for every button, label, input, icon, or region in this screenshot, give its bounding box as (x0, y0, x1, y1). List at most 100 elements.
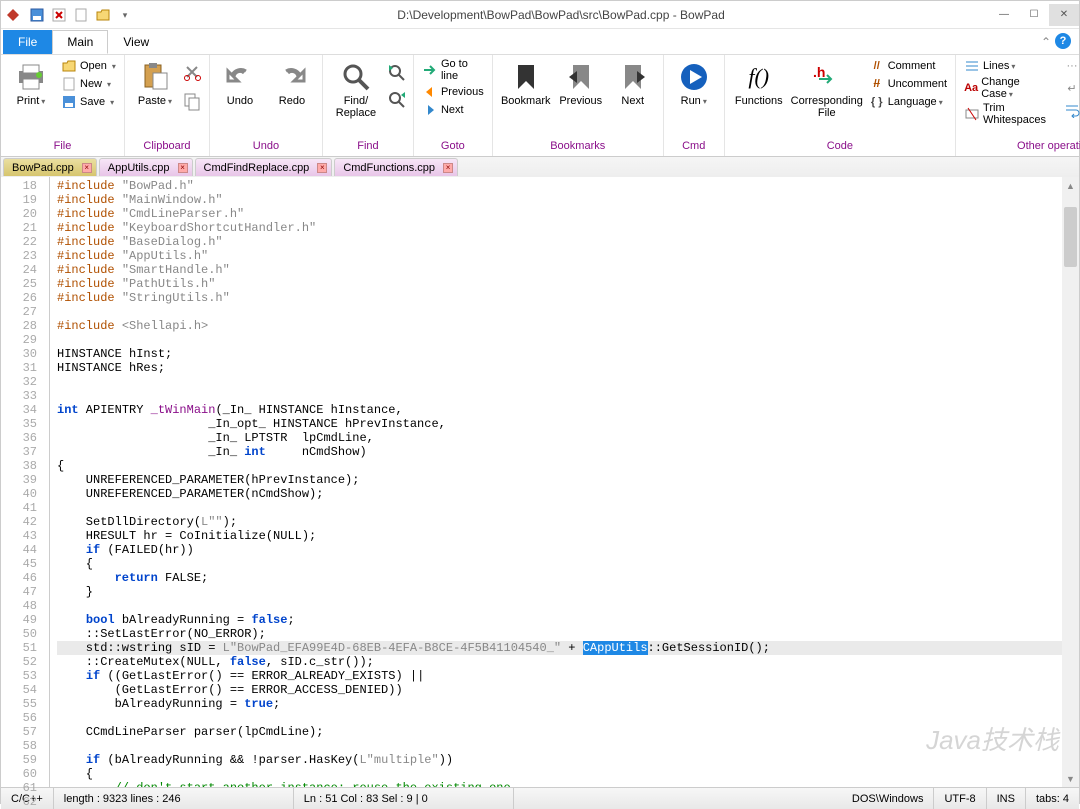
bookmark-prev-label: Previous (559, 95, 602, 107)
paste-label: Paste (138, 95, 172, 107)
whitespaces-button[interactable]: ···Whitespaces (1062, 57, 1080, 75)
qat-open-icon[interactable] (95, 7, 111, 23)
goto-prev-button[interactable]: Previous (420, 83, 486, 101)
run-label: Run (681, 95, 707, 107)
corresponding-button[interactable]: .h Corresponding File (791, 57, 863, 119)
whitespace-icon: ··· (1064, 58, 1080, 74)
tab-main[interactable]: Main (52, 30, 108, 54)
language-icon: { } (869, 94, 885, 110)
doctab-label: BowPad.cpp (12, 162, 74, 174)
undo-button[interactable]: Undo (216, 57, 264, 107)
doctab-close-icon[interactable]: × (178, 163, 188, 173)
help-button[interactable]: ? (1055, 33, 1071, 49)
group-undo-label: Undo (216, 140, 316, 154)
maximize-button[interactable]: ☐ (1019, 4, 1049, 26)
group-cmd-label: Cmd (670, 140, 718, 154)
app-icon (5, 7, 21, 23)
status-eol[interactable]: DOS\Windows (842, 788, 935, 809)
run-button[interactable]: Run (670, 57, 718, 107)
uncomment-icon: // (869, 76, 885, 92)
group-clipboard-label: Clipboard (131, 140, 203, 154)
print-label: Print (17, 95, 46, 107)
group-code-label: Code (731, 140, 949, 154)
vertical-scrollbar[interactable]: ▲ ▼ (1062, 177, 1079, 787)
find-next-icon[interactable] (387, 90, 407, 111)
changecase-button[interactable]: AaChange Case (962, 75, 1048, 101)
doctab-close-icon[interactable]: × (317, 163, 327, 173)
status-tabs[interactable]: tabs: 4 (1026, 788, 1079, 809)
doctab-close-icon[interactable]: × (443, 163, 453, 173)
ribbon-collapse-icon[interactable]: ⌃ (1041, 35, 1051, 49)
paste-button[interactable]: Paste (131, 57, 179, 107)
lineendings-button[interactable]: ↵Line Endings (1062, 75, 1080, 101)
lines-button[interactable]: Lines (962, 57, 1048, 75)
status-length: length : 9323 lines : 246 (54, 788, 294, 809)
comment-button[interactable]: //Comment (867, 57, 949, 75)
gotoline-button[interactable]: Go to line (420, 57, 486, 83)
doctab-close-icon[interactable]: × (82, 163, 92, 173)
qat-new-icon[interactable] (73, 7, 89, 23)
functions-icon: f() (743, 61, 775, 93)
bookmark-icon (510, 61, 542, 93)
open-button[interactable]: Open▾ (59, 57, 118, 75)
status-enc[interactable]: UTF-8 (934, 788, 986, 809)
wrap-icon (1064, 102, 1080, 118)
find-prev-icon[interactable] (387, 63, 407, 84)
trim-button[interactable]: Trim Whitespaces (962, 101, 1048, 127)
goto-icon (422, 62, 438, 78)
copy-icon[interactable] (183, 92, 203, 115)
tab-view[interactable]: View (108, 30, 164, 54)
save-button[interactable]: Save▾ (59, 93, 118, 111)
close-button[interactable]: ✕ (1049, 4, 1079, 26)
group-find-label: Find (329, 140, 407, 154)
run-icon (678, 61, 710, 93)
tab-file[interactable]: File (3, 30, 52, 54)
open-icon (61, 58, 77, 74)
doctab[interactable]: CmdFindReplace.cpp× (195, 158, 333, 176)
doctab[interactable]: AppUtils.cpp × (99, 158, 193, 176)
bookmark-next-button[interactable]: Next (609, 57, 657, 107)
doctab[interactable]: CmdFunctions.cpp× (334, 158, 458, 176)
doctab[interactable]: BowPad.cpp × (3, 158, 97, 176)
undo-label: Undo (227, 95, 253, 107)
language-button[interactable]: { }Language (867, 93, 949, 111)
svg-text:.h: .h (813, 64, 825, 80)
minimize-button[interactable]: — (989, 4, 1019, 26)
cut-icon[interactable] (183, 63, 203, 86)
scroll-up-icon[interactable]: ▲ (1062, 177, 1079, 194)
trim-icon (964, 106, 980, 122)
print-icon (15, 61, 47, 93)
corresponding-label: Corresponding File (791, 95, 863, 119)
fold-margin[interactable] (43, 177, 57, 787)
new-button[interactable]: New▾ (59, 75, 118, 93)
qat-close-icon[interactable] (51, 7, 67, 23)
scroll-thumb[interactable] (1064, 207, 1077, 267)
bookmark-button[interactable]: Bookmark (499, 57, 553, 107)
functions-button[interactable]: f() Functions (731, 57, 787, 107)
find-replace-button[interactable]: Find/ Replace (329, 57, 383, 119)
qat-save-icon[interactable] (29, 7, 45, 23)
bookmark-prev-button[interactable]: Previous (557, 57, 605, 107)
lines-icon (964, 58, 980, 74)
bookmark-label: Bookmark (501, 95, 551, 107)
group-bookmarks-label: Bookmarks (499, 140, 657, 154)
undo-icon (224, 61, 256, 93)
uncomment-button[interactable]: //Uncomment (867, 75, 949, 93)
scroll-down-icon[interactable]: ▼ (1062, 770, 1079, 787)
new-icon (61, 76, 77, 92)
redo-button[interactable]: Redo (268, 57, 316, 107)
redo-icon (276, 61, 308, 93)
doctab-label: AppUtils.cpp (108, 162, 170, 174)
print-button[interactable]: Print (7, 57, 55, 107)
bookmark-next-label: Next (621, 95, 644, 107)
save-icon (61, 94, 77, 110)
code-editor[interactable]: #include "BowPad.h"#include "MainWindow.… (57, 177, 1062, 787)
status-mode[interactable]: INS (987, 788, 1026, 809)
wrap-button[interactable]: Wrap Lines (1062, 101, 1080, 119)
comment-icon: // (869, 58, 885, 74)
qat-dropdown-icon[interactable]: ▾ (117, 7, 133, 23)
goto-next-button[interactable]: Next (420, 101, 486, 119)
group-other-label: Other operations (962, 140, 1080, 154)
prev-icon (422, 84, 438, 100)
changecase-icon: Aa (964, 80, 978, 96)
